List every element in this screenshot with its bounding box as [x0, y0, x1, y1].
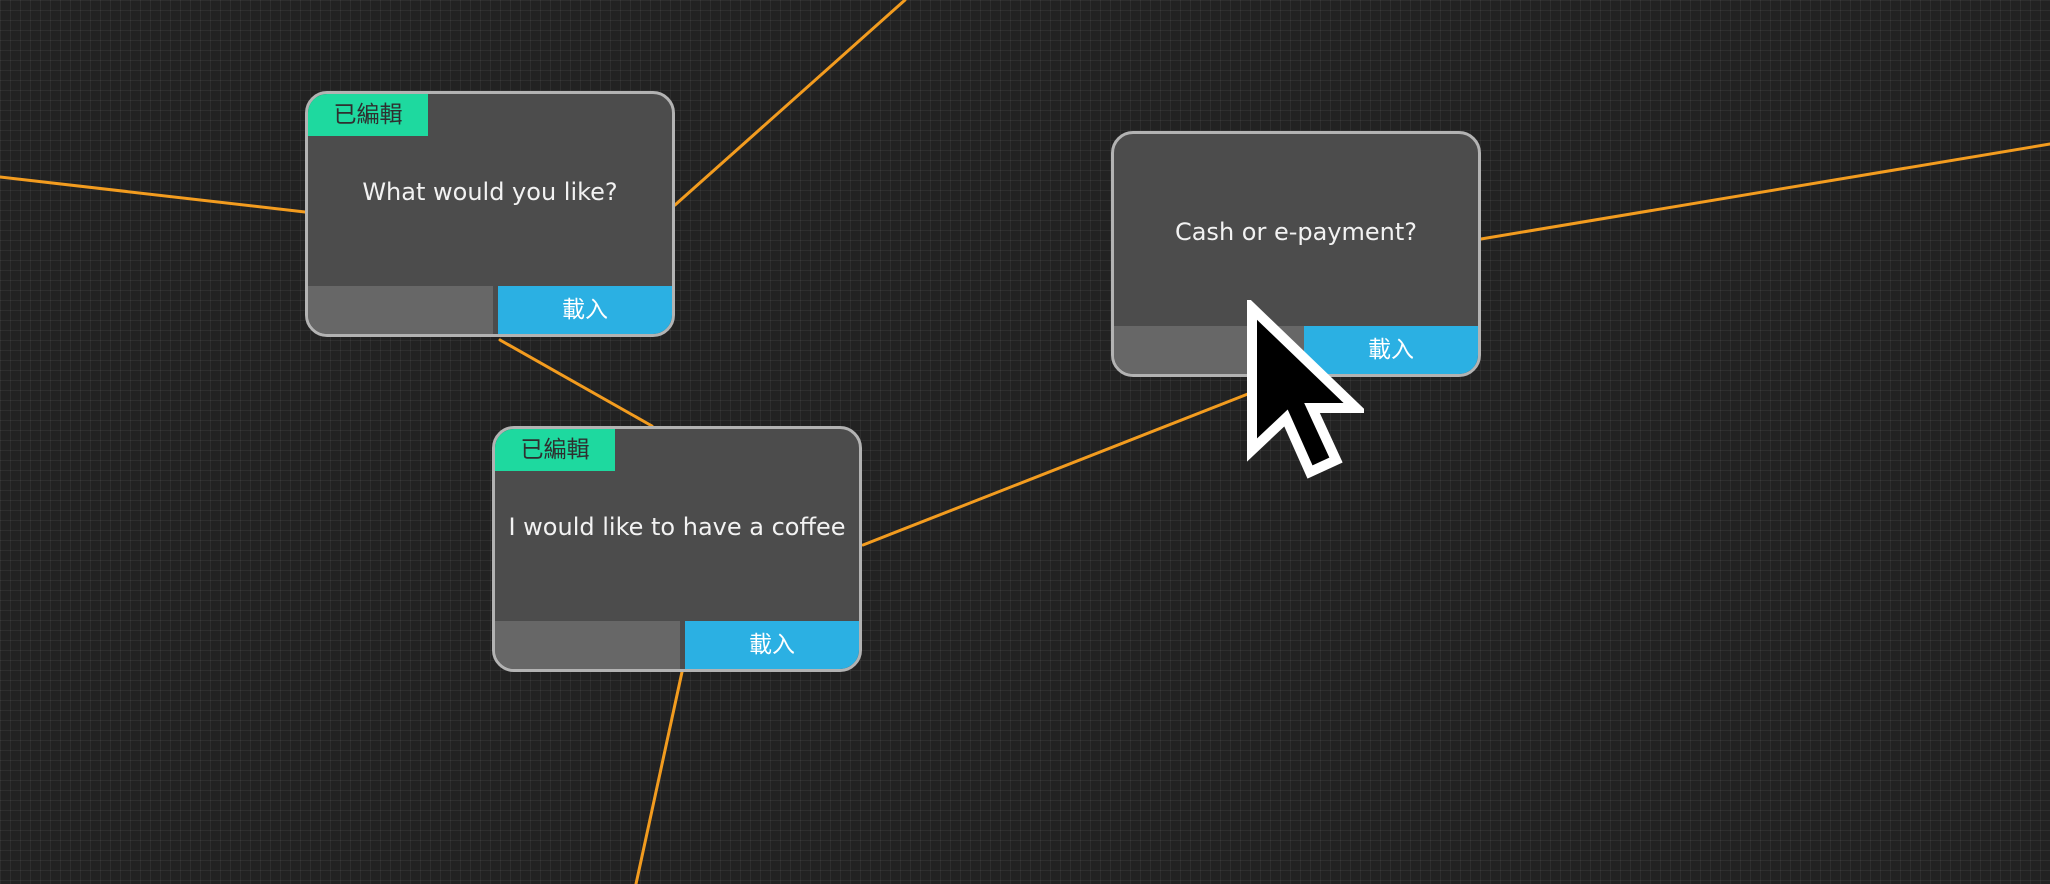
node-footer: 載入: [308, 286, 672, 334]
dialogue-node-what[interactable]: What would you like? 已編輯 載入: [305, 91, 675, 337]
dialogue-node-coffee[interactable]: I would like to have a coffee 已編輯 載入: [492, 426, 862, 672]
connection-line: [0, 175, 307, 214]
connection-line: [1479, 142, 2050, 241]
node-graph-canvas[interactable]: What would you like? 已編輯 載入 I would like…: [0, 0, 2050, 884]
edited-badge: 已編輯: [308, 94, 428, 136]
connection-line: [634, 670, 684, 884]
arrow-cursor-icon: [1247, 300, 1364, 479]
node-footer-blank: [495, 621, 680, 669]
load-button[interactable]: 載入: [685, 621, 859, 669]
node-footer-blank: [308, 286, 493, 334]
load-button[interactable]: 載入: [498, 286, 672, 334]
connection-line: [673, 0, 907, 207]
connection-line: [498, 338, 654, 428]
node-footer: 載入: [495, 621, 859, 669]
connection-line: [861, 388, 1260, 547]
edited-badge: 已編輯: [495, 429, 615, 471]
